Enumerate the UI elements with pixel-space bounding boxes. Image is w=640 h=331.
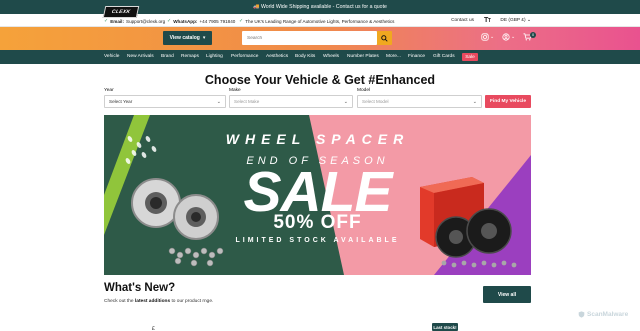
announcement-bar: 🚚 World Wide Shipping available - Contac… [0,0,640,14]
nav-item-performance[interactable]: Performance [231,54,258,59]
whatsapp-info: ✓ WhatsApp: +44 7905 791840 [167,18,235,24]
tagline-text: The UK's Leading Range of Automotive Lig… [245,18,395,24]
year-select[interactable]: Select Year ⌄ [104,95,226,108]
chevron-down-icon: ⌄ [526,18,531,23]
cart-count-badge: 0 [530,32,536,38]
whats-new-title: What's New? [104,282,176,294]
last-stock-badge: Last stock! [432,323,458,331]
banner-stock-text: LIMITED STOCK AVAILABLE [235,237,400,244]
email-link[interactable]: Support@clexk.org [126,19,165,24]
nav-item-sale[interactable]: Sale [462,53,478,61]
nav-item-brand[interactable]: Brand [161,54,174,59]
info-right: Contact us TT DE (GBP £) ⌄ [451,17,531,24]
info-bar: ✓ Email: Support@clexk.org ✓ WhatsApp: +… [0,14,640,27]
year-label: Year [104,88,114,93]
nav-item-lighting[interactable]: Lighting [206,54,223,59]
search-icon [381,34,388,42]
account-icon [502,33,510,41]
nav-item-body-kits[interactable]: Body Kits [295,54,315,59]
chevron-down-icon: ⌄ [490,34,495,40]
chevron-down-icon: ⌄ [472,99,477,105]
chevron-down-icon: ⌄ [216,99,221,105]
nav-item-remaps[interactable]: Remaps [181,54,199,59]
promo-banner[interactable]: WHEEL SPACER END OF SEASON SALE 50% OFF … [104,115,531,275]
make-label: Make [229,88,241,93]
whats-new-subtitle: Check out the latest additions to our pr… [104,299,214,304]
product-peek: £ [152,326,155,331]
chevron-down-icon: ⌄ [343,99,348,105]
whatsapp-link[interactable]: +44 7905 791840 [199,19,235,24]
shield-icon [578,311,585,318]
check-icon: ✓ [167,18,172,24]
currency-selector[interactable]: DE (GBP £) ⌄ [500,18,531,23]
nav-item-new-arrivals[interactable]: New Arrivals [127,54,154,59]
nav-item-wheels[interactable]: Wheels [323,54,339,59]
email-info: ✓ Email: Support@clexk.org [104,18,165,24]
nav-item-number-plates[interactable]: Number Plates [347,54,379,59]
nav-item-more[interactable]: More... [386,54,401,59]
account-dropdown[interactable]: ⌄ [502,33,515,41]
watermark: ScanMalware [578,311,628,318]
whatsapp-label: WhatsApp: [173,18,198,24]
chevron-down-icon: ⌄ [511,34,516,40]
nav-item-aesthetics[interactable]: Aesthetics [266,54,288,59]
view-all-button[interactable]: View all [483,286,531,303]
banner-heading: WHEEL SPACER [225,131,410,147]
check-icon: ✓ [239,18,244,24]
find-my-vehicle-button[interactable]: Find My Vehicle [485,95,531,108]
email-label: Email: [110,18,124,24]
chevron-down-icon: ▾ [202,35,206,41]
search-button[interactable] [377,31,392,45]
model-select[interactable]: Select Model ⌄ [357,95,482,108]
site-logo[interactable]: CLEXK [102,6,140,18]
announcement-text: 🚚 World Wide Shipping available - Contac… [253,4,387,10]
model-label: Model [357,88,371,93]
search-input[interactable] [242,31,377,45]
vehicle-finder-title: Choose Your Vehicle & Get #Enhanced [204,73,436,87]
text-size-icon[interactable]: TT [484,17,491,24]
nav-item-vehicle[interactable]: Vehicle [104,54,119,59]
latest-additions-link[interactable]: latest additions [135,299,170,304]
nav-item-finance[interactable]: Finance [408,54,425,59]
contact-link[interactable]: Contact us [451,18,474,23]
check-icon: ✓ [104,18,109,24]
make-select[interactable]: Select Make ⌄ [229,95,353,108]
banner-discount-text: 50% OFF [273,212,362,233]
tagline-info: ✓ The UK's Leading Range of Automotive L… [239,18,394,24]
instagram-icon [481,33,489,41]
nav-item-gift-cards[interactable]: Gift Cards [433,54,455,59]
main-nav: Vehicle New Arrivals Brand Remaps Lighti… [0,50,640,64]
view-catalog-button[interactable]: View catalog ▾ [163,31,212,45]
instagram-dropdown[interactable]: ⌄ [481,33,494,41]
